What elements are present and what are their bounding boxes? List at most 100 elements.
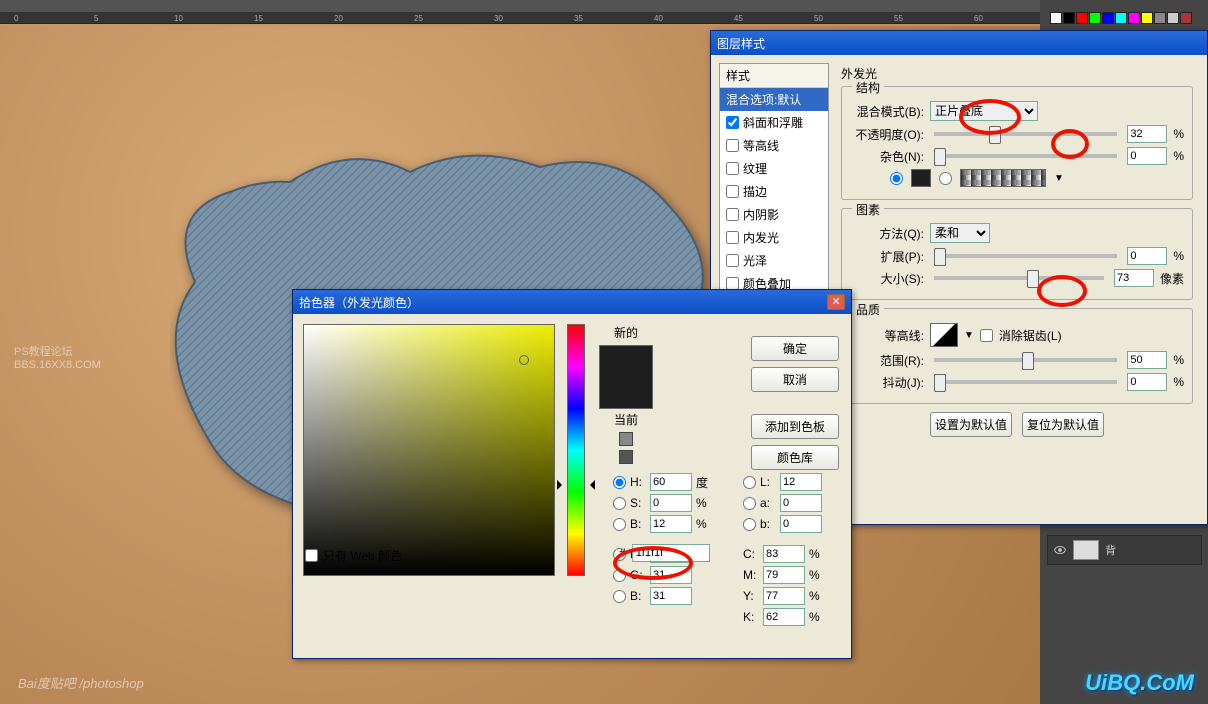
range-label: 范围(R): [850,352,924,369]
opacity-input[interactable] [1127,125,1167,143]
swatch[interactable] [1167,12,1179,24]
ok-button[interactable]: 确定 [751,336,839,361]
color-picker-dialog[interactable]: 拾色器（外发光颜色） ✕ 新的 当前 确定 取消 添加到色板 颜色库 H:度 S… [292,289,852,659]
swatch[interactable] [1154,12,1166,24]
method-label: 方法(Q): [850,225,924,242]
elements-group: 图素 方法(Q): 柔和 扩展(P): % 大小(S): 像素 [841,208,1193,300]
stroke-checkbox[interactable] [726,185,739,198]
close-icon[interactable]: ✕ [827,294,845,310]
g-radio[interactable] [613,569,626,582]
visibility-icon[interactable] [1053,543,1067,557]
glow-color-swatch[interactable] [911,169,931,187]
swatch[interactable] [1102,12,1114,24]
s-radio[interactable] [613,497,626,510]
styles-header: 样式 [720,64,828,88]
cube-icon[interactable] [619,432,633,446]
h-input[interactable] [650,473,692,491]
elements-legend: 图素 [852,201,884,218]
cube-icon[interactable] [619,450,633,464]
y-input[interactable] [763,587,805,605]
layer-style-titlebar[interactable]: 图层样式 [711,31,1207,55]
size-slider[interactable] [934,276,1104,280]
h-radio[interactable] [613,476,626,489]
color-picker-titlebar[interactable]: 拾色器（外发光颜色） ✕ [293,290,851,314]
ruler-tick: 60 [974,14,983,23]
chevron-down-icon[interactable]: ▼ [1054,173,1064,184]
inner-glow-checkbox[interactable] [726,231,739,244]
watermark-baidu: Bai度贴吧 /photoshop [18,673,144,692]
b-radio[interactable] [613,518,626,531]
b-input[interactable] [650,515,692,533]
a-input[interactable] [780,494,822,512]
style-item-texture[interactable]: 纹理 [720,157,828,180]
blend-mode-label: 混合模式(B): [850,103,924,120]
g-input[interactable] [650,566,692,584]
reset-default-button[interactable]: 复位为默认值 [1022,412,1104,437]
layers-row[interactable]: 背 [1047,535,1202,565]
hex-input[interactable] [632,544,710,562]
style-item-stroke[interactable]: 描边 [720,180,828,203]
l-input[interactable] [780,473,822,491]
glow-gradient-preview[interactable] [960,169,1046,187]
swatch[interactable] [1115,12,1127,24]
contour-checkbox[interactable] [726,139,739,152]
swatch[interactable] [1063,12,1075,24]
inner-shadow-checkbox[interactable] [726,208,739,221]
noise-slider[interactable] [934,154,1117,158]
s-input[interactable] [650,494,692,512]
swatch[interactable] [1141,12,1153,24]
color-field[interactable] [303,324,555,576]
swatch[interactable] [1076,12,1088,24]
jitter-input[interactable] [1127,373,1167,391]
ruler-tick: 30 [494,14,503,23]
contour-label: 等高线: [850,327,924,344]
blend-mode-select[interactable]: 正片叠底 [930,101,1038,121]
b2-input[interactable] [650,587,692,605]
a-radio[interactable] [743,497,756,510]
style-item-bevel[interactable]: 斜面和浮雕 [720,111,828,134]
style-item-inner-shadow[interactable]: 内阴影 [720,203,828,226]
web-only-checkbox[interactable] [305,549,318,562]
b2-radio[interactable] [613,590,626,603]
watermark-uibq: UiBQ.CoM [1085,670,1194,696]
satin-checkbox[interactable] [726,254,739,267]
lab-b-input[interactable] [780,515,822,533]
size-input[interactable] [1114,269,1154,287]
blending-options-item[interactable]: 混合选项:默认 [720,88,828,111]
noise-label: 杂色(N): [850,148,924,165]
ruler-tick: 35 [574,14,583,23]
style-item-satin[interactable]: 光泽 [720,249,828,272]
anti-alias-checkbox[interactable] [980,329,993,342]
glow-gradient-radio[interactable] [939,172,952,185]
bevel-checkbox[interactable] [726,116,739,129]
l-radio[interactable] [743,476,756,489]
noise-input[interactable] [1127,147,1167,165]
chevron-down-icon[interactable]: ▼ [964,330,974,341]
texture-checkbox[interactable] [726,162,739,175]
swatch[interactable] [1180,12,1192,24]
swatch[interactable] [1128,12,1140,24]
color-libraries-button[interactable]: 颜色库 [751,445,839,470]
glow-color-radio[interactable] [890,172,903,185]
add-swatch-button[interactable]: 添加到色板 [751,414,839,439]
c-input[interactable] [763,545,805,563]
cancel-button[interactable]: 取消 [751,367,839,392]
range-input[interactable] [1127,351,1167,369]
opacity-slider[interactable] [934,132,1117,136]
lab-b-radio[interactable] [743,518,756,531]
spread-slider[interactable] [934,254,1117,258]
range-slider[interactable] [934,358,1117,362]
ruler-tick: 55 [894,14,903,23]
style-item-inner-glow[interactable]: 内发光 [720,226,828,249]
method-select[interactable]: 柔和 [930,223,990,243]
style-item-contour[interactable]: 等高线 [720,134,828,157]
contour-thumbnail[interactable] [930,323,958,347]
hue-slider[interactable] [567,324,585,576]
swatch[interactable] [1050,12,1062,24]
k-input[interactable] [763,608,805,626]
m-input[interactable] [763,566,805,584]
make-default-button[interactable]: 设置为默认值 [930,412,1012,437]
spread-input[interactable] [1127,247,1167,265]
jitter-slider[interactable] [934,380,1117,384]
swatch[interactable] [1089,12,1101,24]
